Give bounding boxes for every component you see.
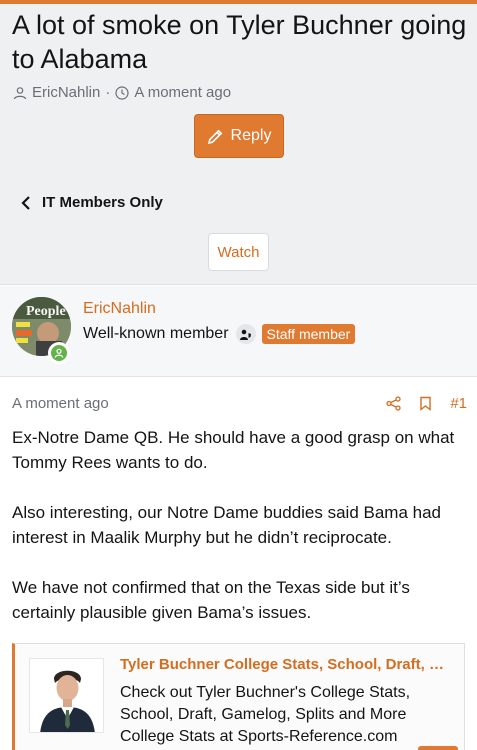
online-status-badge: [48, 342, 70, 364]
post-paragraph: We have not confirmed that on the Texas …: [12, 578, 410, 622]
user-icon: [13, 86, 27, 100]
clock-icon: [115, 85, 129, 100]
thread-title: A lot of smoke on Tyler Buchner going to…: [12, 10, 467, 74]
thread-header: A lot of smoke on Tyler Buchner going to…: [0, 4, 477, 285]
reply-label: Reply: [230, 127, 272, 144]
reply-button[interactable]: Reply: [194, 114, 284, 158]
user-title: Well-known member: [83, 325, 229, 342]
share-icon[interactable]: [386, 395, 401, 411]
link-preview-description: Check out Tyler Buchner's College Stats,…: [120, 684, 411, 745]
thread-time-link[interactable]: A moment ago: [134, 84, 231, 101]
online-dot-icon: [51, 345, 67, 361]
post-body: Ex-Notre Dame QB. He should have a good …: [12, 425, 470, 650]
bookmark-icon[interactable]: [419, 396, 432, 411]
post-timestamp[interactable]: A moment ago: [12, 395, 368, 412]
post-actions: #1: [368, 395, 467, 412]
user-title-row: Well-known member Staff member: [83, 324, 356, 344]
user-shield-icon: [235, 324, 256, 344]
breadcrumb[interactable]: IT Members Only: [20, 194, 163, 211]
avatar-magazine-title: People: [26, 304, 66, 319]
link-preview-title[interactable]: Tyler Buchner College Stats, School, Dra…: [120, 656, 455, 673]
post-paragraph: Ex-Notre Dame QB. He should have a good …: [12, 428, 455, 472]
post-number-link[interactable]: #1: [450, 395, 467, 412]
breadcrumb-label: IT Members Only: [42, 194, 163, 211]
post-meta-row: A moment ago #1: [12, 393, 467, 413]
staff-member-badge: Staff member: [261, 324, 356, 344]
watch-button[interactable]: Watch: [208, 233, 269, 271]
chevron-left-icon: [20, 195, 32, 210]
link-preview-thumbnail: [29, 658, 104, 733]
expand-button[interactable]: [418, 746, 458, 750]
pencil-icon: [207, 128, 224, 145]
thread-author-link[interactable]: EricNahlin: [32, 84, 100, 101]
post-username[interactable]: EricNahlin: [83, 300, 156, 318]
meta-separator: ·: [105, 84, 111, 101]
post-user-block: People EricNahlin Well-known member Staf…: [0, 286, 477, 377]
thread-meta: EricNahlin · A moment ago: [13, 84, 231, 101]
link-preview-card[interactable]: Tyler Buchner College Stats, School, Dra…: [12, 643, 465, 750]
post-paragraph: Also interesting, our Notre Dame buddies…: [12, 503, 442, 547]
